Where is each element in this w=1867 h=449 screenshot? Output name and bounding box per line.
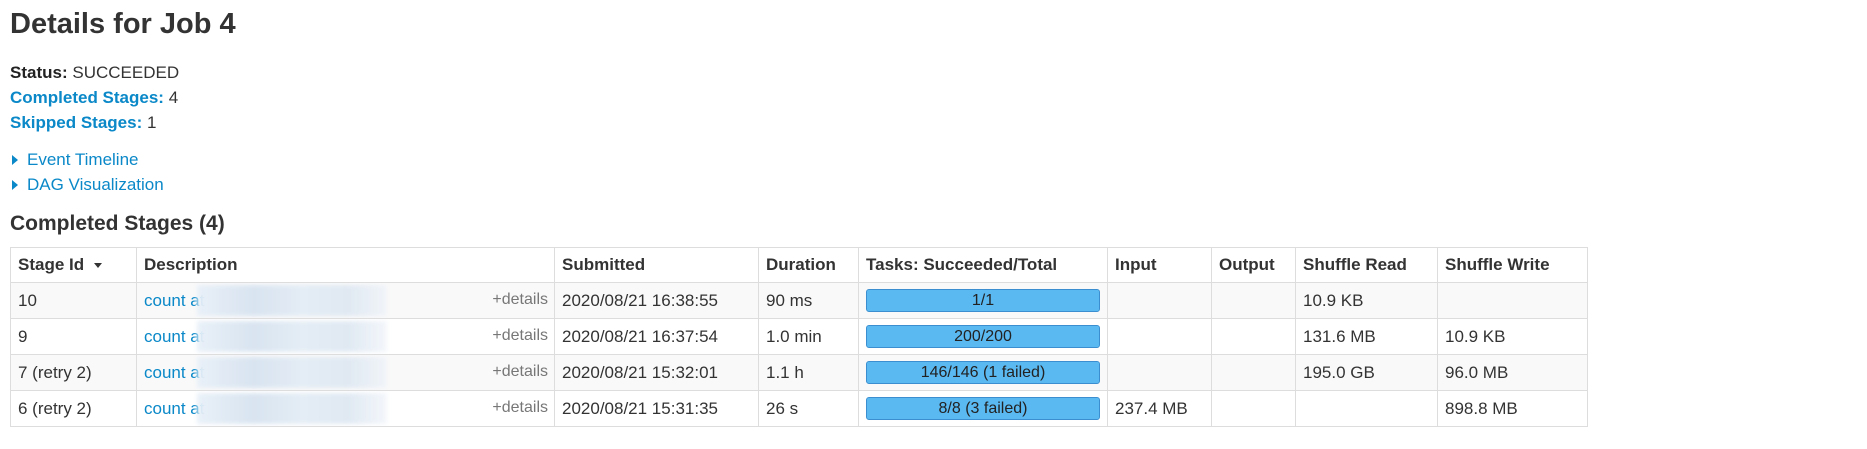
tasks-cell: 8/8 (3 failed) [858, 390, 1108, 427]
shuffle-read-cell: 10.9 KB [1295, 282, 1438, 319]
stage-id-cell: 6 (retry 2) [10, 390, 137, 427]
duration-cell: 26 s [758, 390, 859, 427]
completed-stages-count: 4 [168, 88, 179, 107]
table-row: 6 (retry 2) count at +details 2020/08/21… [10, 390, 1588, 427]
tasks-progress-bar: 200/200 [866, 325, 1100, 348]
shuffle-write-cell [1437, 282, 1588, 319]
description-cell: count at +details [136, 282, 555, 319]
column-header-output[interactable]: Output [1211, 247, 1296, 283]
shuffle-write-cell: 10.9 KB [1437, 318, 1588, 355]
shuffle-read-cell [1295, 390, 1438, 427]
table-row: 9 count at +details 2020/08/21 16:37:54 … [10, 318, 1588, 355]
skipped-stages-row[interactable]: Skipped Stages: 1 [10, 110, 179, 135]
duration-cell: 1.1 h [758, 354, 859, 391]
input-cell [1107, 318, 1212, 355]
output-cell [1211, 354, 1296, 391]
sort-desc-icon [94, 263, 103, 269]
status-row: Status: SUCCEEDED [10, 60, 179, 85]
dag-visualization-toggle[interactable]: DAG Visualization [10, 172, 164, 197]
shuffle-write-cell: 96.0 MB [1437, 354, 1588, 391]
column-header-description[interactable]: Description [136, 247, 555, 283]
table-row: 7 (retry 2) count at +details 2020/08/21… [10, 354, 1588, 391]
stage-id-cell: 9 [10, 318, 137, 355]
column-header-submitted[interactable]: Submitted [554, 247, 759, 283]
tasks-progress-bar: 1/1 [866, 289, 1100, 312]
redacted-region [197, 393, 387, 424]
stage-description-link[interactable]: count at [144, 291, 205, 310]
shuffle-read-cell: 195.0 GB [1295, 354, 1438, 391]
details-toggle[interactable]: +details [492, 399, 548, 417]
tasks-cell: 146/146 (1 failed) [858, 354, 1108, 391]
redacted-region [197, 357, 387, 388]
stage-id-cell: 7 (retry 2) [10, 354, 137, 391]
submitted-cell: 2020/08/21 15:32:01 [554, 354, 759, 391]
shuffle-read-cell: 131.6 MB [1295, 318, 1438, 355]
table-header-row: Stage Id Description Submitted Duration … [10, 247, 1588, 283]
stage-description-link[interactable]: count at [144, 399, 205, 418]
tasks-progress-label: 8/8 (3 failed) [938, 400, 1028, 417]
tasks-progress-label: 146/146 (1 failed) [920, 364, 1046, 381]
completed-stages-link[interactable]: Completed Stages: [10, 88, 164, 107]
details-toggle[interactable]: +details [492, 291, 548, 309]
redacted-region [197, 321, 387, 352]
event-timeline-label[interactable]: Event Timeline [27, 147, 139, 172]
submitted-cell: 2020/08/21 15:31:35 [554, 390, 759, 427]
output-cell [1211, 282, 1296, 319]
column-header-tasks[interactable]: Tasks: Succeeded/Total [858, 247, 1108, 283]
output-cell [1211, 390, 1296, 427]
input-cell [1107, 282, 1212, 319]
duration-cell: 90 ms [758, 282, 859, 319]
tasks-cell: 1/1 [858, 282, 1108, 319]
page-title: Details for Job 4 [10, 8, 236, 40]
completed-stages-table: Stage Id Description Submitted Duration … [10, 247, 1588, 427]
input-cell [1107, 354, 1212, 391]
tasks-cell: 200/200 [858, 318, 1108, 355]
stage-id-cell: 10 [10, 282, 137, 319]
input-cell: 237.4 MB [1107, 390, 1212, 427]
submitted-cell: 2020/08/21 16:38:55 [554, 282, 759, 319]
caret-right-icon [12, 179, 18, 190]
tasks-progress-bar: 8/8 (3 failed) [866, 397, 1100, 420]
skipped-stages-link[interactable]: Skipped Stages: [10, 113, 142, 132]
shuffle-write-cell: 898.8 MB [1437, 390, 1588, 427]
stage-description-link[interactable]: count at [144, 327, 205, 346]
description-cell: count at +details [136, 318, 555, 355]
tasks-progress-bar: 146/146 (1 failed) [866, 361, 1100, 384]
status-label: Status: [10, 63, 68, 82]
tasks-progress-label: 200/200 [954, 328, 1012, 345]
submitted-cell: 2020/08/21 16:37:54 [554, 318, 759, 355]
tasks-progress-label: 1/1 [971, 292, 995, 309]
output-cell [1211, 318, 1296, 355]
event-timeline-toggle[interactable]: Event Timeline [10, 147, 164, 172]
status-value: SUCCEEDED [72, 63, 180, 82]
column-header-input[interactable]: Input [1107, 247, 1212, 283]
description-cell: count at +details [136, 390, 555, 427]
job-summary: Status: SUCCEEDED Completed Stages: 4 Sk… [10, 60, 179, 135]
duration-cell: 1.0 min [758, 318, 859, 355]
column-header-shuffle-write[interactable]: Shuffle Write [1437, 247, 1588, 283]
completed-stages-row[interactable]: Completed Stages: 4 [10, 85, 179, 110]
skipped-stages-count: 1 [147, 113, 157, 132]
column-header-shuffle-read[interactable]: Shuffle Read [1295, 247, 1438, 283]
visualization-toggles: Event Timeline DAG Visualization [10, 147, 164, 197]
column-header-stage-id[interactable]: Stage Id [10, 247, 137, 283]
redacted-region [197, 285, 387, 316]
column-header-duration[interactable]: Duration [758, 247, 859, 283]
completed-stages-heading[interactable]: Completed Stages (4) [10, 211, 225, 237]
table-row: 10 count at +details 2020/08/21 16:38:55… [10, 282, 1588, 319]
caret-right-icon [12, 154, 18, 165]
dag-visualization-label[interactable]: DAG Visualization [27, 172, 164, 197]
description-cell: count at +details [136, 354, 555, 391]
details-toggle[interactable]: +details [492, 363, 548, 381]
details-toggle[interactable]: +details [492, 327, 548, 345]
stage-description-link[interactable]: count at [144, 363, 205, 382]
